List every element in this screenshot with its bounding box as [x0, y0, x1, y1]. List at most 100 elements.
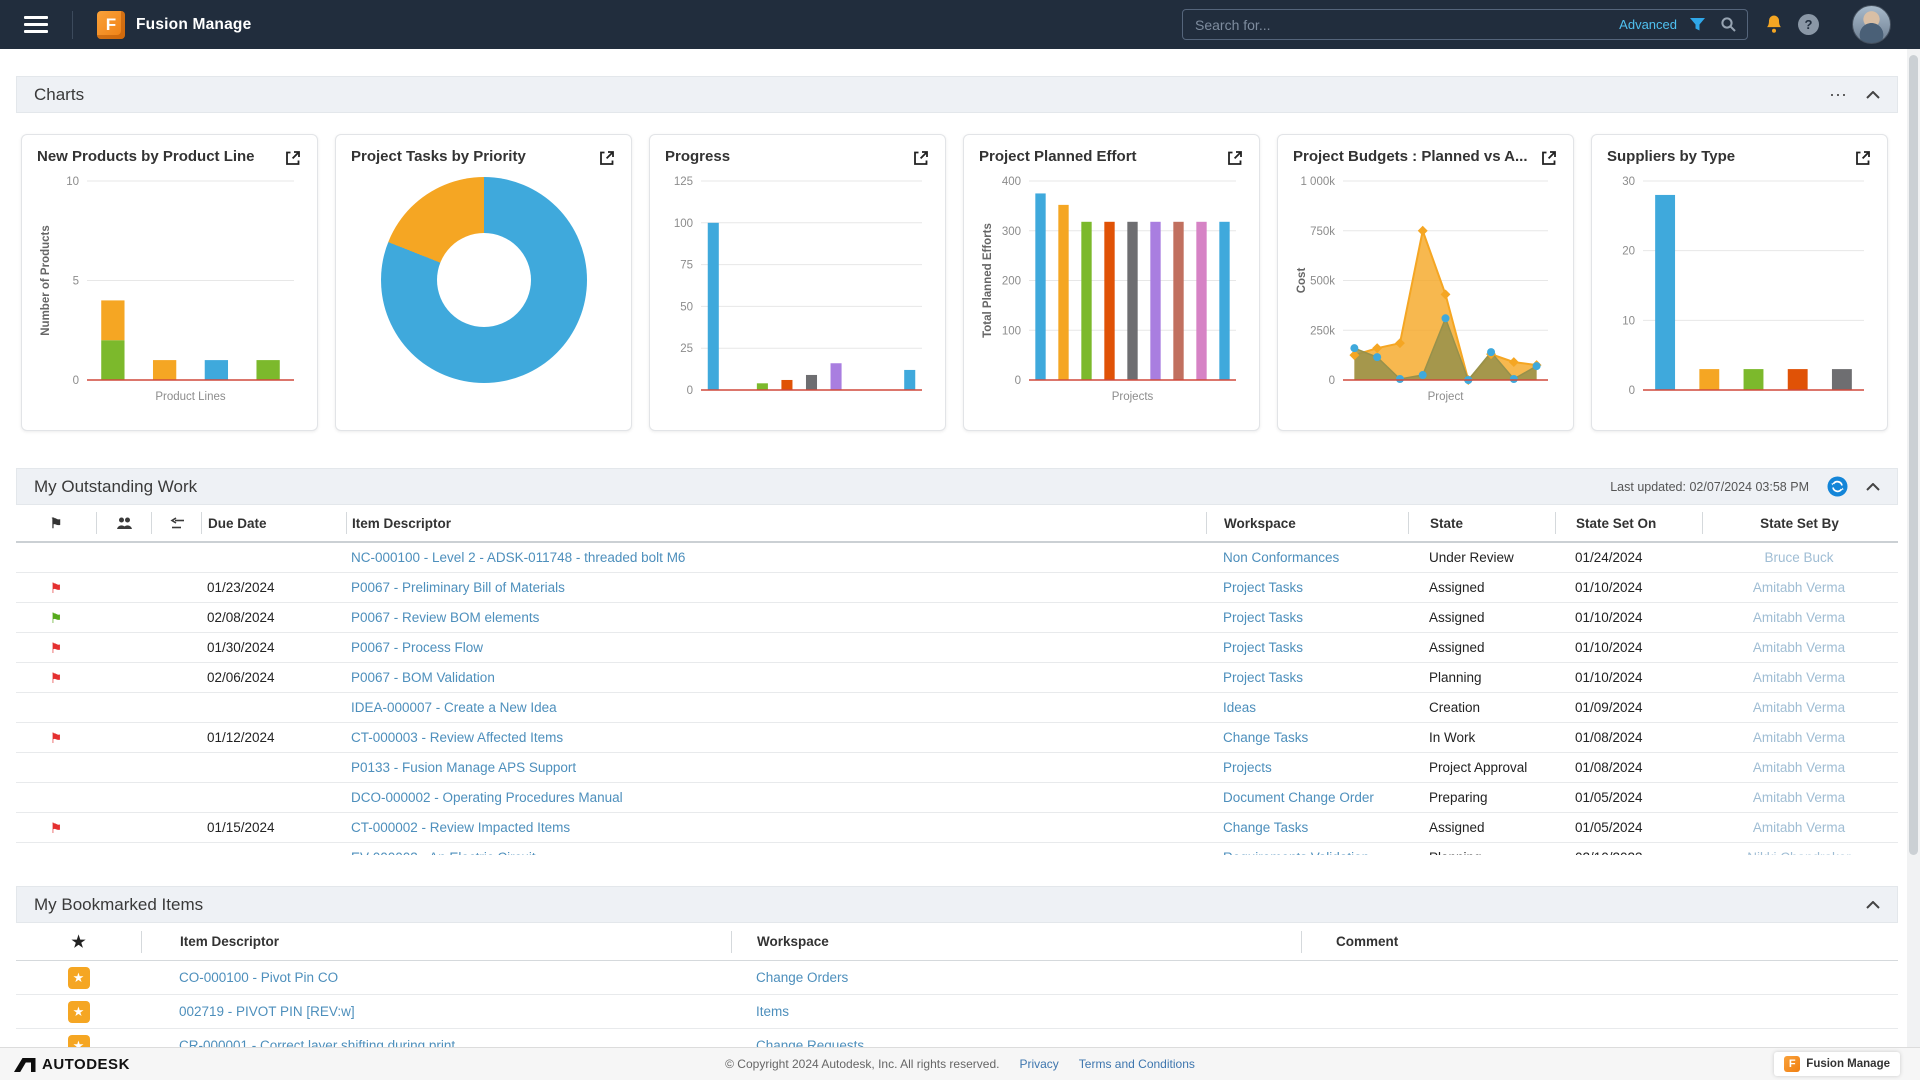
item-descriptor-link[interactable]: EV-000003 - An Electric Circuit	[346, 850, 1206, 855]
bm-workspace-link[interactable]: Change Orders	[731, 970, 1301, 985]
state-set-on-column-header[interactable]: State Set On	[1555, 512, 1702, 534]
refresh-icon[interactable]	[1827, 476, 1848, 497]
outstanding-table-row[interactable]: ⚑ 01/12/2024 CT-000003 - Review Affected…	[16, 723, 1898, 753]
workflow-column-icon[interactable]	[151, 512, 201, 534]
svg-text:0: 0	[1015, 375, 1021, 387]
item-descriptor-link[interactable]: P0067 - Review BOM elements	[346, 610, 1206, 625]
export-chart-icon[interactable]	[1540, 149, 1558, 167]
more-options-icon[interactable]: ⋯	[1829, 86, 1848, 104]
state-set-by-column-header[interactable]: State Set By	[1702, 512, 1896, 534]
state-cell: Planning	[1408, 850, 1555, 855]
svg-text:50: 50	[680, 301, 693, 313]
bm-item-descriptor-link[interactable]: 002719 - PIVOT PIN [REV:w]	[141, 1004, 731, 1019]
export-chart-icon[interactable]	[1854, 149, 1872, 167]
workspace-link[interactable]: Project Tasks	[1206, 580, 1408, 595]
item-descriptor-link[interactable]: CT-000003 - Review Affected Items	[346, 730, 1206, 745]
bm-workspace-link[interactable]: Items	[731, 1004, 1301, 1019]
state-set-on-cell: 01/08/2024	[1575, 730, 1643, 745]
notifications-bell-icon[interactable]	[1764, 14, 1784, 35]
search-input[interactable]	[1183, 16, 1620, 33]
bookmark-star-icon[interactable]: ★	[67, 966, 90, 989]
state-cell: Assigned	[1429, 610, 1485, 625]
chart-title: Progress	[665, 148, 731, 165]
bookmarked-table-row[interactable]: ★ 002719 - PIVOT PIN [REV:w] Items	[16, 995, 1898, 1029]
item-descriptor-link[interactable]: P0067 - Process Flow	[346, 640, 1206, 655]
chart-card: Project Budgets : Planned vs A... 0 250k 5…	[1277, 134, 1574, 431]
state-set-by-cell: Amitabh Verma	[1752, 640, 1846, 655]
workspace-link[interactable]: Project Tasks	[1206, 640, 1408, 655]
privacy-link[interactable]: Privacy	[1019, 1057, 1058, 1071]
item-descriptor-link[interactable]: P0067 - Preliminary Bill of Materials	[346, 580, 1206, 595]
terms-link[interactable]: Terms and Conditions	[1079, 1057, 1195, 1071]
outstanding-table-row[interactable]: ⚑ 01/15/2024 CT-000002 - Review Impacted…	[16, 813, 1898, 843]
workspace-link[interactable]: Requirements Validation	[1206, 850, 1408, 855]
workspace-link[interactable]: Change Tasks	[1206, 730, 1408, 745]
bm-workspace-column-header[interactable]: Workspace	[731, 930, 1301, 953]
workspace-link[interactable]: Ideas	[1206, 700, 1408, 715]
workspace-column-header[interactable]: Workspace	[1206, 512, 1408, 534]
outstanding-table-row[interactable]: ⚑ 01/30/2024 P0067 - Process Flow Projec…	[16, 633, 1898, 663]
outstanding-table-row[interactable]: ⚑ 02/06/2024 P0067 - BOM Validation Proj…	[16, 663, 1898, 693]
export-chart-icon[interactable]	[598, 149, 616, 167]
workspace-link[interactable]: Document Change Order	[1206, 790, 1408, 805]
export-chart-icon[interactable]	[1226, 149, 1244, 167]
filter-icon[interactable]	[1689, 17, 1706, 32]
search-icon[interactable]	[1720, 16, 1737, 33]
item-descriptor-link[interactable]: DCO-000002 - Operating Procedures Manual	[346, 790, 1206, 805]
outstanding-table-row[interactable]: EV-000003 - An Electric Circuit Requirem…	[16, 843, 1898, 855]
outstanding-table-row[interactable]: NC-000100 - Level 2 - ADSK-011748 - thre…	[16, 543, 1898, 573]
chart-cards-row: New Products by Product Line 0 5 10 Number …	[0, 113, 1920, 431]
workspace-link[interactable]: Change Tasks	[1206, 820, 1408, 835]
outstanding-table-row[interactable]: ⚑ 01/23/2024 P0067 - Preliminary Bill of…	[16, 573, 1898, 603]
state-set-by-cell: Bruce Buck	[1764, 550, 1834, 565]
svg-text:0: 0	[1629, 385, 1635, 397]
chart-canvas: 0 10 20 30	[1607, 171, 1872, 406]
outstanding-table-row[interactable]: ⚑ 02/08/2024 P0067 - Review BOM elements…	[16, 603, 1898, 633]
item-descriptor-link[interactable]: CT-000002 - Review Impacted Items	[346, 820, 1206, 835]
assignees-column-icon[interactable]	[96, 512, 151, 534]
item-descriptor-link[interactable]: NC-000100 - Level 2 - ADSK-011748 - thre…	[346, 550, 1206, 565]
due-date-cell: 01/30/2024	[207, 640, 275, 655]
collapse-charts-icon[interactable]	[1866, 90, 1880, 99]
svg-text:400: 400	[1002, 176, 1021, 188]
state-column-header[interactable]: State	[1408, 512, 1555, 534]
help-icon[interactable]: ?	[1798, 14, 1819, 35]
workspace-link[interactable]: Non Conformances	[1206, 550, 1408, 565]
bookmarked-table-row[interactable]: ★ CO-000100 - Pivot Pin CO Change Orders	[16, 961, 1898, 995]
collapse-outstanding-icon[interactable]	[1866, 482, 1880, 491]
state-set-on-cell: 01/10/2024	[1575, 670, 1643, 685]
bookmarked-items-section: My Bookmarked Items ★ Item Descriptor Wo…	[0, 886, 1920, 1063]
autodesk-logo-icon	[14, 1057, 36, 1072]
user-avatar[interactable]	[1852, 5, 1891, 44]
item-descriptor-link[interactable]: IDEA-000007 - Create a New Idea	[346, 700, 1206, 715]
bookmarked-table: ★ Item Descriptor Workspace Comment ★ CO…	[16, 923, 1898, 1063]
svg-text:500k: 500k	[1310, 276, 1335, 288]
advanced-search-link[interactable]: Advanced	[1619, 17, 1677, 32]
scrollbar-thumb[interactable]	[1909, 55, 1918, 855]
collapse-bookmarked-icon[interactable]	[1866, 900, 1880, 909]
workspace-link[interactable]: Project Tasks	[1206, 670, 1408, 685]
due-date-column-header[interactable]: Due Date	[201, 512, 346, 534]
outstanding-table-row[interactable]: P0133 - Fusion Manage APS Support Projec…	[16, 753, 1898, 783]
export-chart-icon[interactable]	[912, 149, 930, 167]
bm-item-descriptor-link[interactable]: CO-000100 - Pivot Pin CO	[141, 970, 731, 985]
svg-text:Total Planned Efforts: Total Planned Efforts	[982, 223, 994, 338]
outstanding-table-row[interactable]: IDEA-000007 - Create a New Idea Ideas Cr…	[16, 693, 1898, 723]
item-descriptor-link[interactable]: P0067 - BOM Validation	[346, 670, 1206, 685]
workspace-link[interactable]: Project Tasks	[1206, 610, 1408, 625]
state-cell: Under Review	[1429, 550, 1514, 565]
fusion-manage-badge[interactable]: F Fusion Manage	[1774, 1052, 1900, 1076]
outstanding-table-row[interactable]: DCO-000002 - Operating Procedures Manual…	[16, 783, 1898, 813]
menu-icon[interactable]	[24, 12, 48, 37]
flag-column-icon[interactable]: ⚑	[50, 516, 63, 530]
workspace-link[interactable]: Projects	[1206, 760, 1408, 775]
item-descriptor-column-header[interactable]: Item Descriptor	[346, 512, 1206, 534]
page-scrollbar[interactable]	[1907, 49, 1920, 1080]
export-chart-icon[interactable]	[284, 149, 302, 167]
fusion-manage-logo-icon[interactable]: F	[97, 10, 125, 39]
star-column-icon[interactable]: ★	[71, 932, 85, 952]
item-descriptor-link[interactable]: P0133 - Fusion Manage APS Support	[346, 760, 1206, 775]
bm-item-descriptor-column-header[interactable]: Item Descriptor	[141, 930, 731, 953]
bm-comment-column-header[interactable]: Comment	[1301, 930, 1898, 953]
bookmark-star-icon[interactable]: ★	[67, 1000, 90, 1023]
